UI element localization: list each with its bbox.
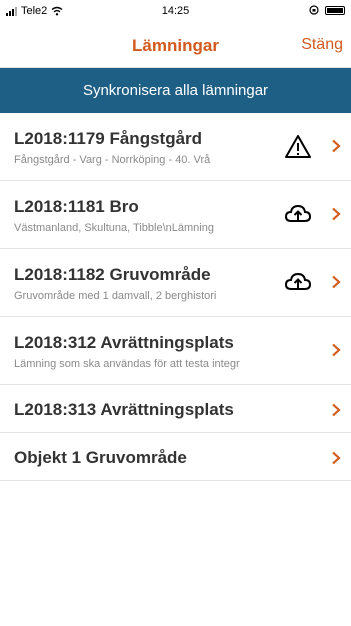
orientation-lock-icon — [309, 5, 319, 15]
item-title: L2018:1181 Bro — [14, 197, 139, 216]
status-time: 14:25 — [161, 5, 190, 17]
item-subtitle: Fångstgård - Varg - Norrköping - 40. Vrå — [14, 154, 211, 166]
cloud-upload-icon — [284, 204, 312, 222]
item-list: L2018:1179 Fångstgård Fångstgård - Varg … — [0, 113, 351, 481]
list-item[interactable]: L2018:1181 Bro Västmanland, Skultuna, Ti… — [0, 181, 351, 249]
item-title: L2018:313 Avrättningsplats — [14, 400, 234, 419]
chevron-right-icon — [332, 403, 341, 417]
list-item[interactable]: L2018:312 Avrättningsplats Lämning som s… — [0, 317, 351, 385]
sync-all-button[interactable]: Synkronisera alla lämningar — [0, 68, 351, 113]
item-subtitle: Lämning som ska användas för att testa i… — [14, 358, 240, 370]
list-item[interactable]: L2018:313 Avrättningsplats — [0, 385, 351, 433]
chevron-right-icon — [332, 343, 341, 357]
chevron-right-icon — [332, 275, 341, 289]
warning-icon — [285, 135, 311, 158]
item-subtitle: Gruvområde med 1 damvall, 2 berghistori — [14, 290, 217, 302]
item-title: L2018:312 Avrättningsplats — [14, 333, 234, 352]
status-right — [309, 5, 345, 15]
list-item[interactable]: L2018:1182 Gruvområde Gruvområde med 1 d… — [0, 249, 351, 317]
chevron-right-icon — [332, 451, 341, 465]
close-button[interactable]: Stäng — [301, 36, 343, 54]
status-bar: Tele2 14:25 — [0, 0, 351, 22]
list-item[interactable]: L2018:1179 Fångstgård Fångstgård - Varg … — [0, 113, 351, 181]
cloud-upload-icon — [284, 272, 312, 290]
list-item[interactable]: Objekt 1 Gruvområde — [0, 433, 351, 481]
item-subtitle: Västmanland, Skultuna, Tibble\nLämning — [14, 222, 214, 234]
item-title: Objekt 1 Gruvområde — [14, 448, 187, 467]
item-title: L2018:1182 Gruvområde — [14, 265, 211, 284]
nav-bar: Lämningar Stäng — [0, 22, 351, 68]
chevron-right-icon — [332, 207, 341, 221]
page-title: Lämningar — [132, 36, 219, 55]
battery-icon — [325, 5, 345, 15]
chevron-right-icon — [332, 139, 341, 153]
item-title: L2018:1179 Fångstgård — [14, 129, 203, 148]
